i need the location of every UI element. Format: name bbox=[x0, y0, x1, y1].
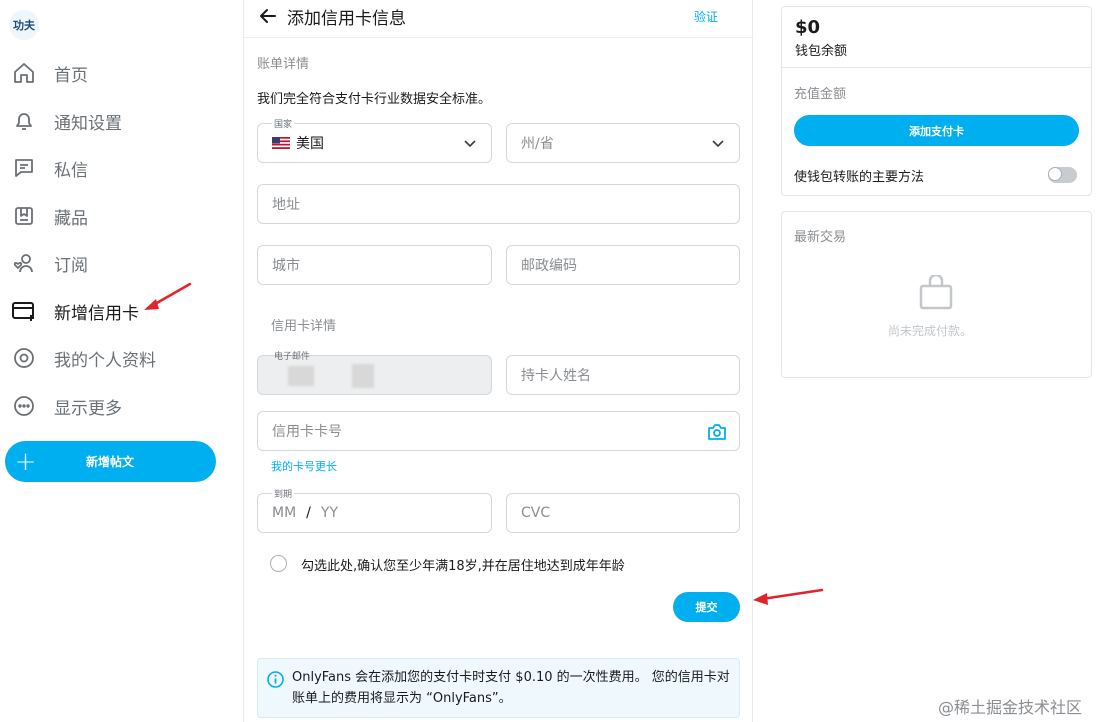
zip-placeholder: 邮政编码 bbox=[521, 258, 577, 274]
age-confirm-label: 勾选此处,确认您至少年满18岁,并在居住地达到成年年龄 bbox=[301, 559, 625, 574]
more-icon bbox=[10, 392, 38, 420]
compliance-text: 我们完全符合支付卡行业数据安全标准。 bbox=[257, 92, 492, 107]
shopping-bag-icon bbox=[919, 275, 953, 310]
bell-icon bbox=[10, 107, 38, 135]
sidebar-item-label: 通知设置 bbox=[54, 113, 122, 134]
card-number-placeholder: 信用卡卡号 bbox=[272, 424, 342, 440]
sidebar-item-label: 显示更多 bbox=[54, 398, 122, 419]
country-select[interactable]: 国家 美国 bbox=[257, 117, 492, 163]
new-post-label: 新增帖文 bbox=[86, 455, 135, 469]
divider bbox=[782, 67, 1091, 68]
sidebar-item-label: 订阅 bbox=[54, 255, 88, 276]
longer-card-number-link[interactable]: 我的卡号更长 bbox=[271, 458, 337, 474]
submit-button[interactable]: 提交 bbox=[673, 592, 740, 622]
wallet-balance: $0 bbox=[795, 17, 821, 38]
chevron-down-icon bbox=[464, 140, 476, 148]
annotation-arrow-icon bbox=[753, 588, 824, 605]
expiry-year: YY bbox=[320, 505, 338, 521]
redacted-block bbox=[352, 364, 374, 388]
back-arrow-icon[interactable] bbox=[258, 6, 278, 26]
sidebar-item-label: 首页 bbox=[54, 65, 88, 86]
toggle-knob bbox=[1048, 167, 1062, 181]
add-payment-card-button[interactable]: 添加支付卡 bbox=[794, 115, 1079, 146]
avatar[interactable]: 功夫 bbox=[9, 10, 39, 40]
sidebar-item-label: 藏品 bbox=[54, 208, 88, 229]
email-label: 电子邮件 bbox=[274, 352, 311, 362]
sidebar-item-notifications[interactable]: 通知设置 bbox=[10, 103, 122, 139]
email-field[interactable]: 电子邮件 bbox=[257, 352, 492, 395]
billing-section-label: 账单详情 bbox=[257, 57, 310, 72]
form-header: 添加信用卡信息 验证 bbox=[244, 0, 754, 38]
cardholder-name-input[interactable]: 持卡人姓名 bbox=[506, 355, 740, 395]
page-title: 添加信用卡信息 bbox=[287, 9, 406, 29]
state-placeholder: 州/省 bbox=[521, 136, 554, 152]
expiry-month: MM bbox=[272, 505, 297, 521]
primary-method-label: 使钱包转账的主要方法 bbox=[794, 170, 925, 185]
fee-notice: OnlyFans 会在添加您的支付卡时支付 $0.10 的一次性费用。 您的信用… bbox=[257, 658, 740, 718]
country-value: 美国 bbox=[296, 136, 324, 152]
sidebar-item-label: 新增信用卡 bbox=[54, 303, 139, 324]
sidebar-item-profile[interactable]: 我的个人资料 bbox=[10, 340, 156, 376]
expiry-separator: / bbox=[306, 505, 311, 521]
sidebar-item-subscriptions[interactable]: 订阅 bbox=[10, 245, 88, 281]
us-flag-icon bbox=[272, 137, 290, 149]
zip-input[interactable]: 邮政编码 bbox=[506, 245, 740, 285]
new-post-button[interactable]: + 新增帖文 bbox=[5, 441, 216, 482]
sidebar-item-add-card[interactable]: 新增信用卡 bbox=[10, 293, 139, 329]
address-placeholder: 地址 bbox=[272, 197, 300, 213]
wallet-balance-label: 钱包余额 bbox=[795, 44, 848, 59]
age-confirm-radio[interactable] bbox=[270, 555, 287, 572]
plus-icon: + bbox=[14, 446, 37, 477]
transactions-title: 最新交易 bbox=[794, 230, 847, 245]
home-icon bbox=[10, 59, 38, 87]
subscriptions-icon bbox=[10, 249, 38, 277]
watermark: @稀土掘金技术社区 bbox=[938, 698, 1083, 717]
info-icon bbox=[267, 671, 284, 688]
transactions-empty-text: 尚未完成付款。 bbox=[888, 324, 973, 338]
sidebar-item-more[interactable]: 显示更多 bbox=[10, 388, 122, 424]
sidebar-item-label: 私信 bbox=[54, 160, 88, 181]
add-card-icon bbox=[10, 297, 38, 325]
holder-placeholder: 持卡人姓名 bbox=[521, 368, 591, 384]
city-input[interactable]: 城市 bbox=[257, 245, 492, 285]
address-input[interactable]: 地址 bbox=[257, 184, 740, 224]
card-section-label: 信用卡详情 bbox=[271, 319, 337, 334]
sidebar: 功夫 首页 通知设置 私信 藏品 订阅 新增信用卡 我的个人资料 显示更多 + … bbox=[0, 0, 243, 722]
country-label: 国家 bbox=[272, 117, 295, 130]
state-select[interactable]: 州/省 bbox=[506, 123, 740, 163]
primary-method-toggle[interactable] bbox=[1048, 167, 1077, 183]
message-icon bbox=[10, 154, 38, 182]
card-number-input[interactable]: 信用卡卡号 bbox=[257, 411, 740, 451]
sidebar-item-collections[interactable]: 藏品 bbox=[10, 198, 88, 234]
sidebar-item-home[interactable]: 首页 bbox=[10, 55, 88, 91]
verify-link[interactable]: 验证 bbox=[694, 8, 718, 25]
fee-notice-text: OnlyFans 会在添加您的支付卡时支付 $0.10 的一次性费用。 您的信用… bbox=[292, 670, 730, 706]
sidebar-item-messages[interactable]: 私信 bbox=[10, 150, 88, 186]
profile-icon bbox=[10, 344, 38, 372]
bookmark-icon bbox=[10, 202, 38, 230]
redacted-block bbox=[288, 366, 314, 386]
cvc-placeholder: CVC bbox=[521, 505, 551, 521]
camera-icon[interactable] bbox=[707, 423, 727, 441]
sidebar-item-label: 我的个人资料 bbox=[54, 350, 156, 371]
cvc-input[interactable]: CVC bbox=[506, 493, 740, 533]
expiry-input[interactable]: 到期 MM / YY bbox=[257, 487, 492, 533]
city-placeholder: 城市 bbox=[272, 258, 300, 274]
topup-label: 充值金额 bbox=[794, 87, 847, 102]
chevron-down-icon bbox=[712, 140, 724, 148]
expiry-label: 到期 bbox=[272, 487, 295, 500]
